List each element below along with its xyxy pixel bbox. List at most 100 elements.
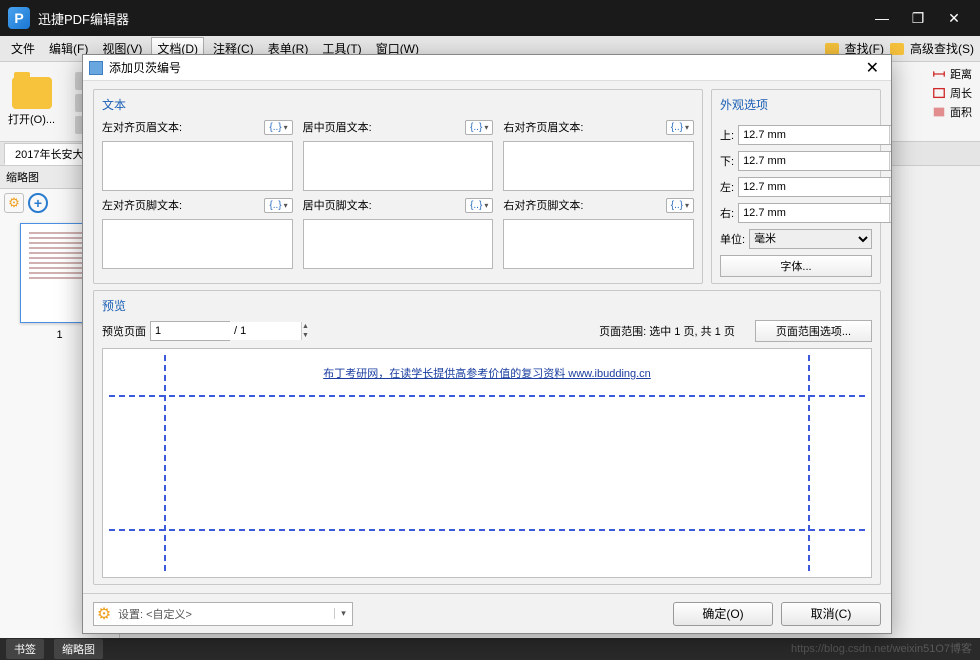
preview-canvas: 布丁考研网，在读学长提供高参考价值的复习资料 www.ibudding.cn [102, 348, 872, 578]
plus-icon: + [34, 195, 42, 211]
margin-top-input[interactable] [739, 126, 889, 144]
margin-bottom-input[interactable] [739, 152, 889, 170]
header-left-input[interactable] [102, 141, 293, 191]
chevron-down-icon: ▾ [284, 201, 288, 210]
chevron-down-icon[interactable]: ▾ [334, 608, 352, 619]
spin-down-icon[interactable]: ▼ [890, 213, 891, 222]
open-file-button[interactable]: 打开(O)... [8, 66, 55, 137]
appearance-fieldset: 外观选项 上:▲▼ 下:▲▼ 左:▲▼ 右:▲▼ 单位:毫米 字体... [711, 89, 881, 284]
preview-page-input[interactable] [151, 322, 301, 340]
perimeter-icon [932, 86, 946, 100]
header-right-insert-button[interactable]: {..}▾ [666, 120, 694, 135]
footer-center-insert-button[interactable]: {..}▾ [465, 198, 493, 213]
appearance-title: 外观选项 [720, 96, 872, 113]
header-left-label: 左对齐页眉文本: [102, 119, 182, 135]
dialog-titlebar[interactable]: 添加贝茨编号 ✕ [83, 55, 891, 81]
header-right-label: 右对齐页眉文本: [503, 119, 583, 135]
distance-icon [932, 67, 946, 81]
margin-left-label: 左: [720, 179, 734, 195]
area-icon [932, 105, 946, 119]
spin-up-icon[interactable]: ▲ [890, 178, 891, 187]
header-left-insert-button[interactable]: {..}▾ [264, 120, 292, 135]
margin-guide-top [109, 395, 865, 397]
preview-page-spinner[interactable]: ▲▼ [150, 321, 230, 341]
header-center-label: 居中页眉文本: [303, 119, 372, 135]
footer-right-insert-button[interactable]: {..}▾ [666, 198, 694, 213]
settings-preset-label: 设置: <自定义> [114, 606, 196, 622]
window-maximize-button[interactable]: ❐ [900, 4, 936, 32]
margin-guide-right [808, 355, 810, 571]
unit-select[interactable]: 毫米 [749, 229, 872, 249]
cancel-button[interactable]: 取消(C) [781, 602, 881, 626]
spin-down-icon[interactable]: ▼ [890, 161, 891, 170]
thumbnail-add-button[interactable]: + [28, 193, 48, 213]
spin-up-icon[interactable]: ▲ [890, 204, 891, 213]
page-range-button[interactable]: 页面范围选项... [755, 320, 872, 342]
page-range-text: 页面范围: 选中 1 页, 共 1 页 [599, 323, 735, 339]
thumbnail-settings-button[interactable]: ⚙ [4, 193, 24, 213]
footer-center-input[interactable] [303, 219, 494, 269]
measure-distance[interactable]: 距离 [932, 66, 972, 82]
spin-up-icon[interactable]: ▲ [302, 322, 309, 331]
preview-page-total: / 1 [234, 325, 246, 337]
spin-down-icon[interactable]: ▼ [302, 331, 309, 340]
watermark-text: https://blog.csdn.net/weixin51O7博客 [791, 640, 972, 656]
spin-down-icon[interactable]: ▼ [890, 187, 891, 196]
area-label: 面积 [950, 104, 972, 120]
ok-button[interactable]: 确定(O) [673, 602, 773, 626]
bottom-tab-thumbnail[interactable]: 缩略图 [54, 639, 103, 659]
token-icon: {..} [269, 200, 281, 211]
header-center-insert-button[interactable]: {..}▾ [465, 120, 493, 135]
measure-tools: 距离 周长 面积 [932, 66, 972, 137]
settings-preset-combo[interactable]: ⚙ 设置: <自定义> ▾ [93, 602, 353, 626]
dialog-title: 添加贝茨编号 [109, 59, 181, 76]
dialog-close-button[interactable]: ✕ [860, 58, 885, 78]
menu-file[interactable]: 文件 [6, 38, 40, 59]
margin-right-label: 右: [720, 205, 734, 221]
header-center-input[interactable] [303, 141, 494, 191]
spin-up-icon[interactable]: ▲ [890, 126, 891, 135]
spin-up-icon[interactable]: ▲ [890, 152, 891, 161]
footer-left-insert-button[interactable]: {..}▾ [264, 198, 292, 213]
window-close-button[interactable]: ✕ [936, 4, 972, 32]
margin-left-spinner[interactable]: ▲▼ [738, 177, 891, 197]
margin-top-spinner[interactable]: ▲▼ [738, 125, 891, 145]
dialog-icon [89, 61, 103, 75]
find-icon [825, 43, 839, 55]
chevron-down-icon: ▾ [685, 201, 689, 210]
text-fieldset: 文本 左对齐页眉文本:{..}▾ 居中页眉文本:{..}▾ 右对齐页眉文本:{.… [93, 89, 703, 284]
chevron-down-icon: ▾ [685, 123, 689, 132]
gear-icon: ⚙ [94, 604, 114, 624]
gear-icon: ⚙ [8, 195, 20, 211]
window-minimize-button[interactable]: — [864, 4, 900, 32]
header-right-input[interactable] [503, 141, 694, 191]
open-label: 打开(O)... [8, 111, 55, 127]
margin-guide-bottom [109, 529, 865, 531]
footer-left-input[interactable] [102, 219, 293, 269]
bottom-tab-bookmark[interactable]: 书签 [6, 639, 44, 659]
margin-guide-left [164, 355, 166, 571]
footer-right-label: 右对齐页脚文本: [503, 197, 583, 213]
margin-right-spinner[interactable]: ▲▼ [738, 203, 891, 223]
token-icon: {..} [671, 200, 683, 211]
menu-adv-find[interactable]: 高级查找(S) [910, 40, 974, 57]
token-icon: {..} [671, 122, 683, 133]
preview-fieldset: 预览 预览页面 ▲▼ / 1 页面范围: 选中 1 页, 共 1 页 页面范围选… [93, 290, 881, 585]
measure-area[interactable]: 面积 [932, 104, 972, 120]
preview-page-label: 预览页面 [102, 323, 146, 339]
font-button[interactable]: 字体... [720, 255, 872, 277]
margin-right-input[interactable] [739, 204, 889, 222]
perimeter-label: 周长 [950, 85, 972, 101]
margin-bottom-spinner[interactable]: ▲▼ [738, 151, 891, 171]
app-title: 迅捷PDF编辑器 [38, 9, 129, 28]
measure-perimeter[interactable]: 周长 [932, 85, 972, 101]
spin-down-icon[interactable]: ▼ [890, 135, 891, 144]
margin-left-input[interactable] [739, 178, 889, 196]
token-icon: {..} [470, 122, 482, 133]
footer-right-input[interactable] [503, 219, 694, 269]
preview-title: 预览 [102, 297, 872, 314]
distance-label: 距离 [950, 66, 972, 82]
folder-open-icon [12, 77, 52, 109]
add-bates-dialog: 添加贝茨编号 ✕ 文本 左对齐页眉文本:{..}▾ 居中页眉文本:{..}▾ 右… [82, 54, 892, 634]
token-icon: {..} [269, 122, 281, 133]
